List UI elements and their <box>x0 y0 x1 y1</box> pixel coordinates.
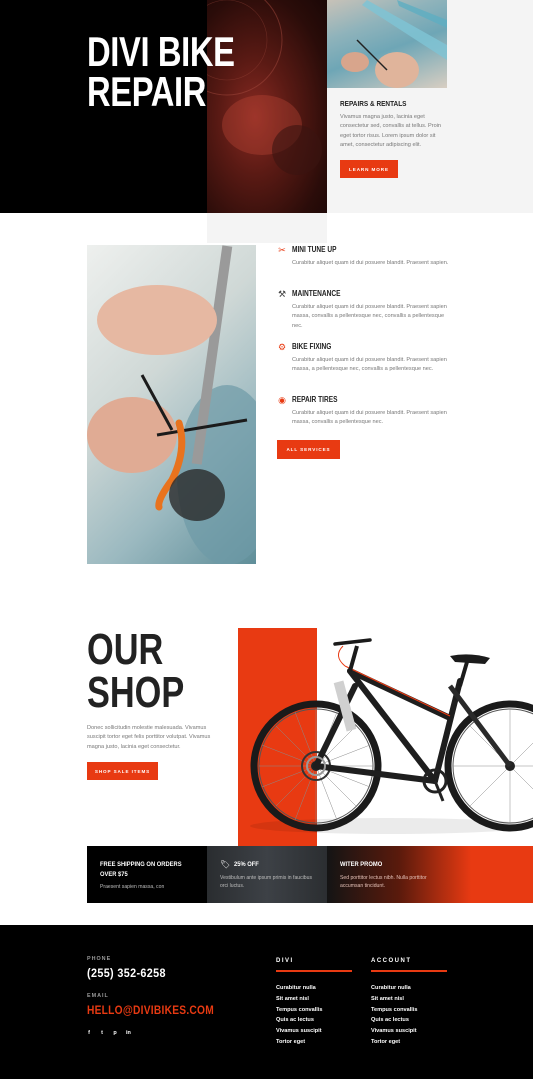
promo-winter[interactable]: WITER PROMO Sed porttitor lectus nibh. N… <box>327 846 533 903</box>
footer-link[interactable]: Vivamus suscipit <box>276 1026 323 1037</box>
shop-sale-items-button[interactable]: SHOP SALE ITEMS <box>87 762 158 780</box>
tag-icon: 🏷 <box>220 859 231 869</box>
shop-title: OUR SHOP <box>87 625 185 717</box>
twitter-icon[interactable]: t <box>100 1030 104 1036</box>
gear-search-icon: ⚙ <box>277 342 287 352</box>
phone-number[interactable]: (255) 352-6258 <box>87 966 166 980</box>
footer-link[interactable]: Quis ac lectus <box>371 1015 418 1026</box>
mechanic-tools-photo <box>87 245 256 564</box>
shop-title-line2: SHOP <box>87 668 185 717</box>
footer-col-divi-title: DIVI <box>276 958 294 964</box>
promo-text: Praesent sapien massa, con <box>100 884 165 890</box>
footer-link[interactable]: Tempus convallis <box>371 1005 418 1016</box>
footer-divider <box>276 970 352 972</box>
hero-title: DIVI BIKE REPAIR <box>87 28 235 115</box>
service-title: MAINTENANCE <box>292 289 341 298</box>
promo-title: 25% OFF <box>234 861 259 868</box>
tools-icon: ⚒ <box>277 289 287 299</box>
footer-col-divi-links: Curabitur nulla Sit amet nisl Tempus con… <box>276 983 323 1048</box>
service-title: BIKE FIXING <box>292 342 332 351</box>
repair-hands-photo <box>327 0 447 88</box>
service-title: MINI TUNE UP <box>292 245 337 254</box>
footer-divider <box>371 970 447 972</box>
repairs-card-text: Vivamus magna justo, lacinia eget consec… <box>340 114 442 149</box>
repairs-card-title: REPAIRS & RENTALS <box>340 99 407 108</box>
tire-icon: ◉ <box>278 395 286 405</box>
promo-text: Sed porttitor lectus nibh. Nulla porttit… <box>340 874 427 889</box>
footer-link[interactable]: Curabitur nulla <box>276 983 323 994</box>
promo-discount[interactable]: 🏷 25% OFF Vestibulum ante ipsum primis i… <box>207 846 327 903</box>
service-text: Curabitur aliquet quam id dui posuere bl… <box>292 410 447 426</box>
mountain-bike-image <box>250 638 533 834</box>
service-text: Curabitur aliquet quam id dui posuere bl… <box>292 260 449 266</box>
pinterest-icon[interactable]: p <box>113 1030 117 1036</box>
wrench-icon: ✂ <box>278 245 286 255</box>
promo-title: WITER PROMO <box>340 861 383 868</box>
service-text: Curabitur aliquet quam id dui posuere bl… <box>292 357 447 373</box>
hero-title-line1: DIVI BIKE <box>87 28 235 75</box>
footer-col-account-title: ACCOUNT <box>371 958 412 964</box>
footer-link[interactable]: Tortor eget <box>276 1037 323 1048</box>
service-title: REPAIR TIRES <box>292 395 338 404</box>
footer-link[interactable]: Vivamus suscipit <box>371 1026 418 1037</box>
promo-text: Vestibulum ante ipsum primis in faucibus… <box>220 874 313 889</box>
email-label: EMAIL <box>87 993 109 999</box>
promo-free-shipping[interactable]: FREE SHIPPING ON ORDERS OVER $75 Praesen… <box>87 846 207 903</box>
linkedin-icon[interactable]: in <box>126 1030 131 1036</box>
all-services-button[interactable]: ALL SERVICES <box>277 440 340 459</box>
service-text: Curabitur aliquet quam id dui posuere bl… <box>292 304 447 329</box>
promo-title: FREE SHIPPING ON ORDERS OVER $75 <box>100 861 182 878</box>
shop-title-line1: OUR <box>87 625 164 674</box>
social-links: f t p in <box>87 1030 131 1036</box>
footer-col-account-links: Curabitur nulla Sit amet nisl Tempus con… <box>371 983 418 1048</box>
phone-label: PHONE <box>87 956 112 962</box>
facebook-icon[interactable]: f <box>87 1030 91 1036</box>
footer <box>0 925 533 1079</box>
footer-link[interactable]: Curabitur nulla <box>371 983 418 994</box>
shop-description: Donec sollicitudin molestie malesuada. V… <box>87 725 211 750</box>
email-link[interactable]: HELLO@DIVIBIKES.COM <box>87 1003 214 1017</box>
footer-link[interactable]: Sit amet nisl <box>371 994 418 1005</box>
footer-link[interactable]: Tempus convallis <box>276 1005 323 1016</box>
footer-link[interactable]: Quis ac lectus <box>276 1015 323 1026</box>
services-gray-strip <box>207 213 327 243</box>
footer-link[interactable]: Sit amet nisl <box>276 994 323 1005</box>
footer-link[interactable]: Tortor eget <box>371 1037 418 1048</box>
learn-more-button[interactable]: LEARN MORE <box>340 160 398 178</box>
promo-bar: FREE SHIPPING ON ORDERS OVER $75 Praesen… <box>87 846 533 903</box>
hero-title-line2: REPAIR <box>87 68 207 115</box>
